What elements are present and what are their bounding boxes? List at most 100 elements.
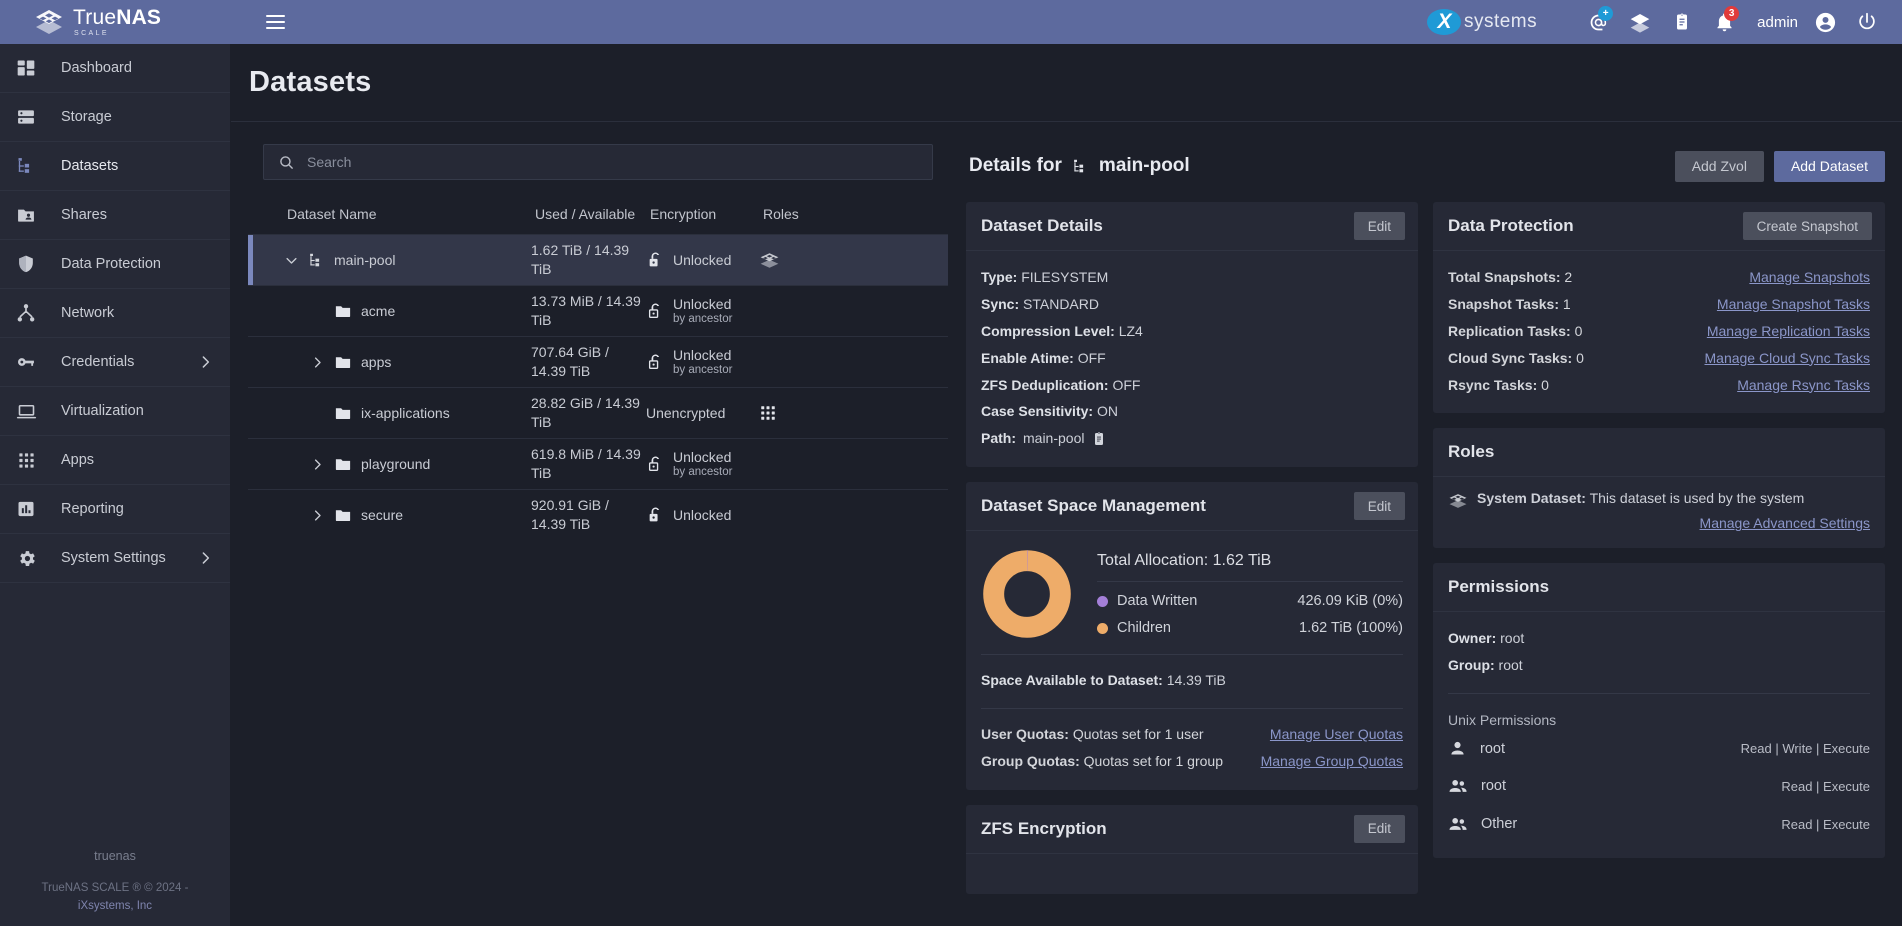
- unlocked-lock-icon: [646, 506, 665, 525]
- used-available-cell: 1.62 TiB / 14.39 TiB: [531, 242, 630, 277]
- manage-group-quotas-link[interactable]: Manage Group Quotas: [1261, 748, 1403, 775]
- legend-dot-orange: [1097, 622, 1108, 634]
- chevron-right-icon[interactable]: [309, 355, 325, 370]
- legend-label: Children: [1117, 620, 1171, 637]
- truecommand-icon[interactable]: [1619, 0, 1661, 44]
- manage-snapshot-tasks-link[interactable]: Manage Snapshot Tasks: [1717, 291, 1870, 318]
- sidebar-item-virtualization[interactable]: Virtualization: [0, 387, 230, 436]
- space-legend: Total Allocation: 1.62 TiB Data Written …: [1097, 552, 1403, 636]
- notifications-bell-icon[interactable]: 3: [1703, 0, 1745, 44]
- sidebar-item-label: Storage: [61, 109, 112, 125]
- hostname-label: truenas: [94, 849, 136, 863]
- table-row[interactable]: playground 619.8 MiB / 14.39 TiB Unlocke…: [248, 438, 948, 489]
- permissions-card: Permissions Owner: root Group: root Unix…: [1433, 563, 1885, 859]
- manage-rsync-tasks-link[interactable]: Manage Rsync Tasks: [1737, 372, 1870, 399]
- sidebar-item-label: System Settings: [61, 550, 166, 566]
- add-zvol-button[interactable]: Add Zvol: [1674, 150, 1764, 182]
- pool-tree-icon: [1072, 158, 1089, 175]
- add-dataset-button[interactable]: Add Dataset: [1773, 150, 1885, 182]
- brand-text: TrueNAS SCALE: [73, 7, 161, 37]
- table-row[interactable]: main-pool 1.62 TiB / 14.39 TiB Unlocked: [248, 234, 948, 285]
- copy-clipboard-icon[interactable]: [1091, 431, 1107, 447]
- sidebar-item-system-settings[interactable]: System Settings: [0, 534, 230, 583]
- sidebar-item-label: Network: [61, 305, 115, 321]
- edit-zfs-encryption-button[interactable]: Edit: [1353, 814, 1405, 843]
- search-input[interactable]: [307, 154, 918, 170]
- table-row[interactable]: apps 707.64 GiB / 14.39 TiB Unlocked by …: [248, 336, 948, 387]
- page-title: Datasets: [249, 66, 372, 98]
- legend-dot-purple: [1097, 595, 1108, 607]
- details-column-left: Dataset Details Edit Type: FILESYSTEM Sy…: [966, 202, 1418, 894]
- create-snapshot-button[interactable]: Create Snapshot: [1742, 212, 1872, 240]
- search-icon: [278, 154, 295, 171]
- group-icon: [1448, 776, 1468, 796]
- encryption-status: Unlocked by ancestor: [673, 295, 733, 325]
- support-chat-icon[interactable]: +: [1577, 0, 1619, 44]
- sidebar-item-shares[interactable]: Shares: [0, 191, 230, 240]
- card-title: Dataset Details: [981, 216, 1103, 235]
- system-dataset-icon: [759, 252, 780, 269]
- dataset-name-label: acme: [361, 303, 396, 319]
- main-content: Datasets Dataset Name Used / Available E…: [231, 44, 1902, 926]
- edit-dataset-details-button[interactable]: Edit: [1353, 212, 1405, 240]
- search-box[interactable]: [263, 144, 933, 180]
- sidebar-item-reporting[interactable]: Reporting: [0, 485, 230, 534]
- used-available-cell: 619.8 MiB / 14.39 TiB: [531, 446, 641, 481]
- sidebar-item-credentials[interactable]: Credentials: [0, 338, 230, 387]
- brand-logo-area[interactable]: TrueNAS SCALE: [0, 0, 231, 44]
- card-header: Roles: [1433, 428, 1885, 478]
- encryption-cell: Unlocked by ancestor: [646, 347, 759, 378]
- table-row[interactable]: ix-applications 28.82 GiB / 14.39 TiB Un…: [248, 387, 948, 438]
- manage-cloud-sync-tasks-link[interactable]: Manage Cloud Sync Tasks: [1705, 345, 1871, 372]
- sidebar-item-network[interactable]: Network: [0, 289, 230, 338]
- encryption-status: Unlocked by ancestor: [673, 346, 733, 376]
- divider: [981, 708, 1403, 709]
- permission-name: root: [1481, 778, 1506, 795]
- table-row[interactable]: acme 13.73 MiB / 14.39 TiB Unlocked by a…: [248, 285, 948, 336]
- dataset-name-cell: acme: [283, 302, 531, 320]
- space-available-row: Space Available to Dataset: 14.39 TiB: [981, 672, 1226, 689]
- company-link[interactable]: iXsystems, Inc: [0, 898, 230, 916]
- hamburger-menu-icon[interactable]: [253, 0, 297, 44]
- chevron-down-icon[interactable]: [283, 253, 299, 268]
- used-available-cell: 13.73 MiB / 14.39 TiB: [531, 293, 641, 328]
- dataset-name-label: main-pool: [334, 252, 396, 268]
- sidebar-item-label: Dashboard: [61, 60, 132, 76]
- table-row[interactable]: secure 920.91 GiB / 14.39 TiB Unlocked: [248, 489, 948, 540]
- unlocked-by-ancestor-icon: [646, 353, 665, 372]
- column-header-encryption: Encryption: [650, 206, 717, 222]
- shares-folder-icon: [13, 203, 39, 227]
- manage-replication-tasks-link[interactable]: Manage Replication Tasks: [1707, 318, 1870, 345]
- topbar-icon-group: + 3 admin: [1577, 0, 1902, 44]
- chevron-right-icon[interactable]: [309, 508, 325, 523]
- encryption-sub: by ancestor: [673, 312, 733, 325]
- dataset-name-label: ix-applications: [361, 405, 450, 421]
- manage-user-quotas-link[interactable]: Manage User Quotas: [1270, 721, 1403, 748]
- sidebar-item-apps[interactable]: Apps: [0, 436, 230, 485]
- encryption-status: Unlocked: [673, 251, 732, 268]
- encryption-cell: Unlocked by ancestor: [646, 449, 759, 480]
- folder-icon: [334, 404, 352, 422]
- encryption-status: Unlocked: [673, 506, 732, 523]
- manage-advanced-settings-link[interactable]: Manage Advanced Settings: [1700, 515, 1870, 531]
- system-dataset-icon: [1448, 490, 1468, 509]
- sidebar-item-storage[interactable]: Storage: [0, 93, 230, 142]
- card-header: Permissions: [1433, 563, 1885, 613]
- encryption-status: Unencrypted: [646, 404, 726, 421]
- field-path: Path: main-pool: [981, 425, 1403, 452]
- jobs-clipboard-icon[interactable]: [1661, 0, 1703, 44]
- unlocked-lock-icon: [646, 251, 665, 270]
- dataset-name-label: secure: [361, 507, 404, 523]
- chevron-right-icon[interactable]: [309, 457, 325, 472]
- sidebar-item-label: Data Protection: [61, 256, 161, 272]
- permission-value: Read | Write | Execute: [1740, 741, 1870, 757]
- edit-space-management-button[interactable]: Edit: [1353, 492, 1405, 521]
- sidebar-item-datasets[interactable]: Datasets: [0, 142, 230, 191]
- sidebar-item-dashboard[interactable]: Dashboard: [0, 44, 230, 93]
- sidebar-item-data-protection[interactable]: Data Protection: [0, 240, 230, 289]
- power-icon[interactable]: [1846, 0, 1888, 44]
- used-available-cell: 707.64 GiB / 14.39 TiB: [531, 344, 609, 379]
- manage-snapshots-link[interactable]: Manage Snapshots: [1749, 264, 1870, 291]
- account-circle-icon[interactable]: [1804, 0, 1846, 44]
- dataset-details-card: Dataset Details Edit Type: FILESYSTEM Sy…: [966, 202, 1418, 468]
